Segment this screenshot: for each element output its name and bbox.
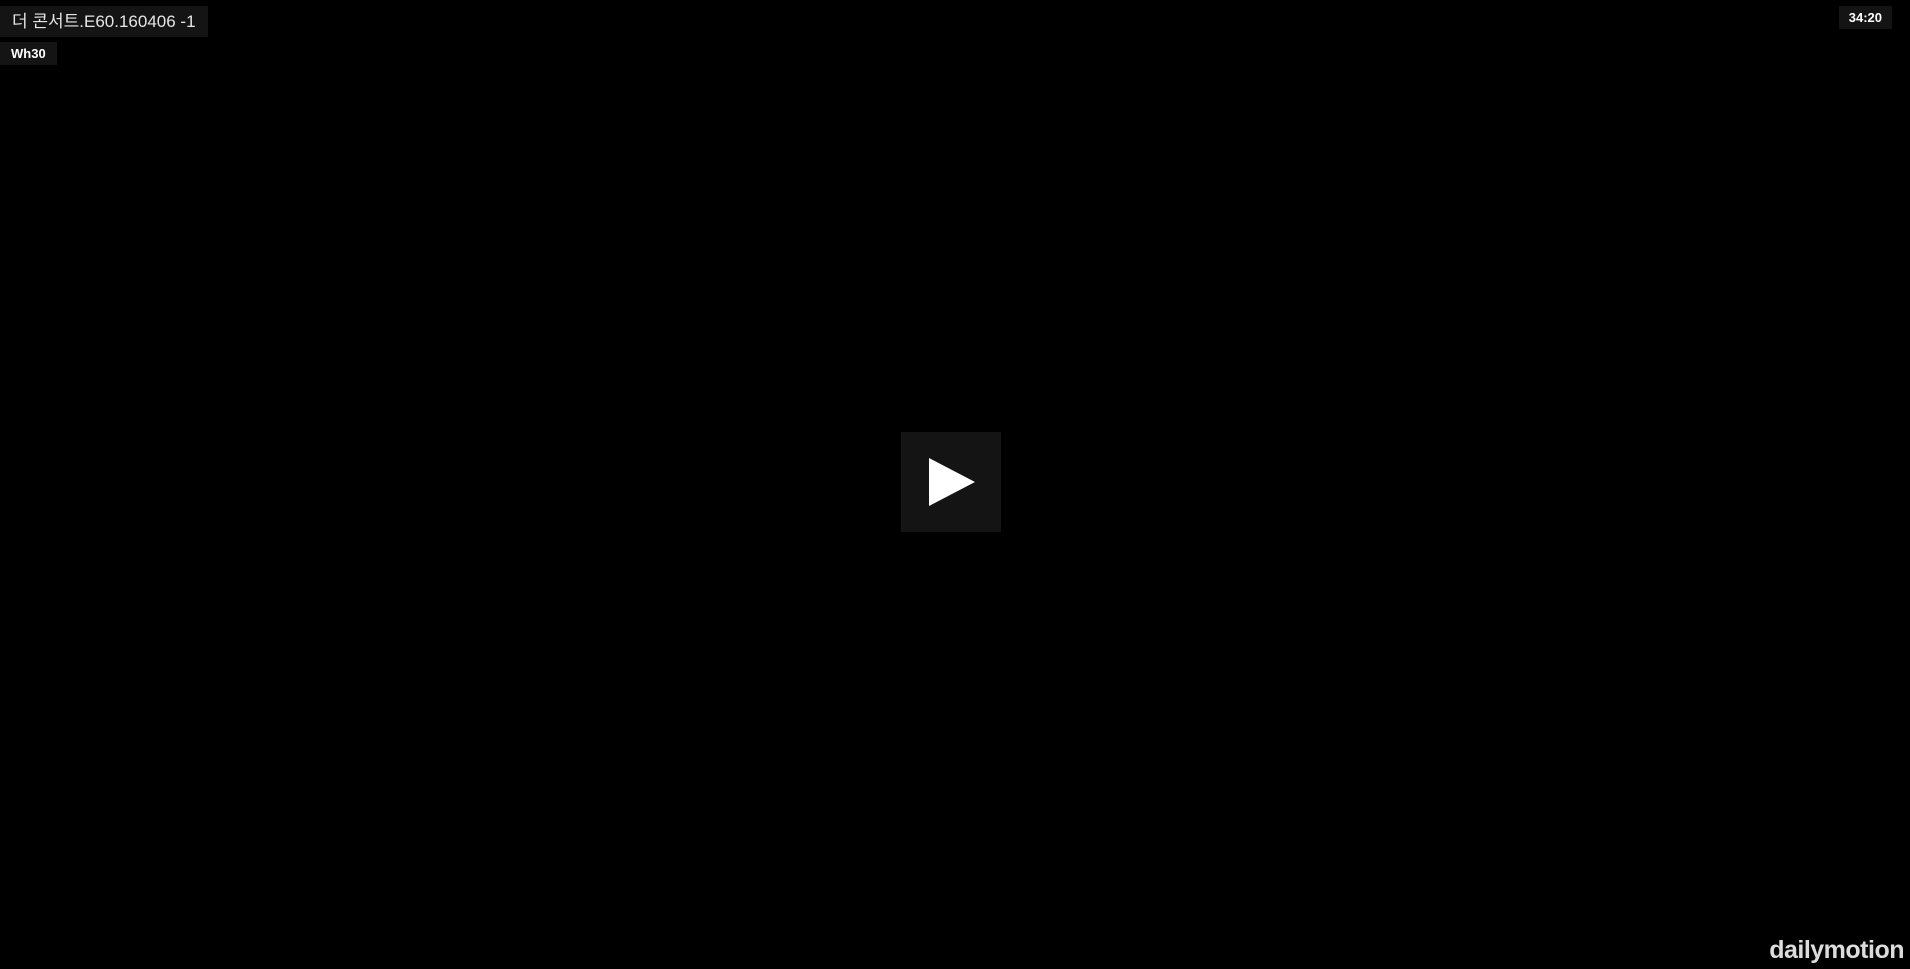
channel-name[interactable]: Wh30 [0,42,57,65]
video-title[interactable]: 더 콘서트.E60.160406 -1 [0,6,208,37]
play-icon [929,458,975,506]
video-player[interactable]: 더 콘서트.E60.160406 -1 Wh30 34:20 dailymoti… [0,0,1910,969]
duration-badge: 34:20 [1838,6,1892,29]
play-button[interactable] [901,432,1001,532]
dailymotion-logo[interactable]: dailymotion [1769,936,1904,965]
